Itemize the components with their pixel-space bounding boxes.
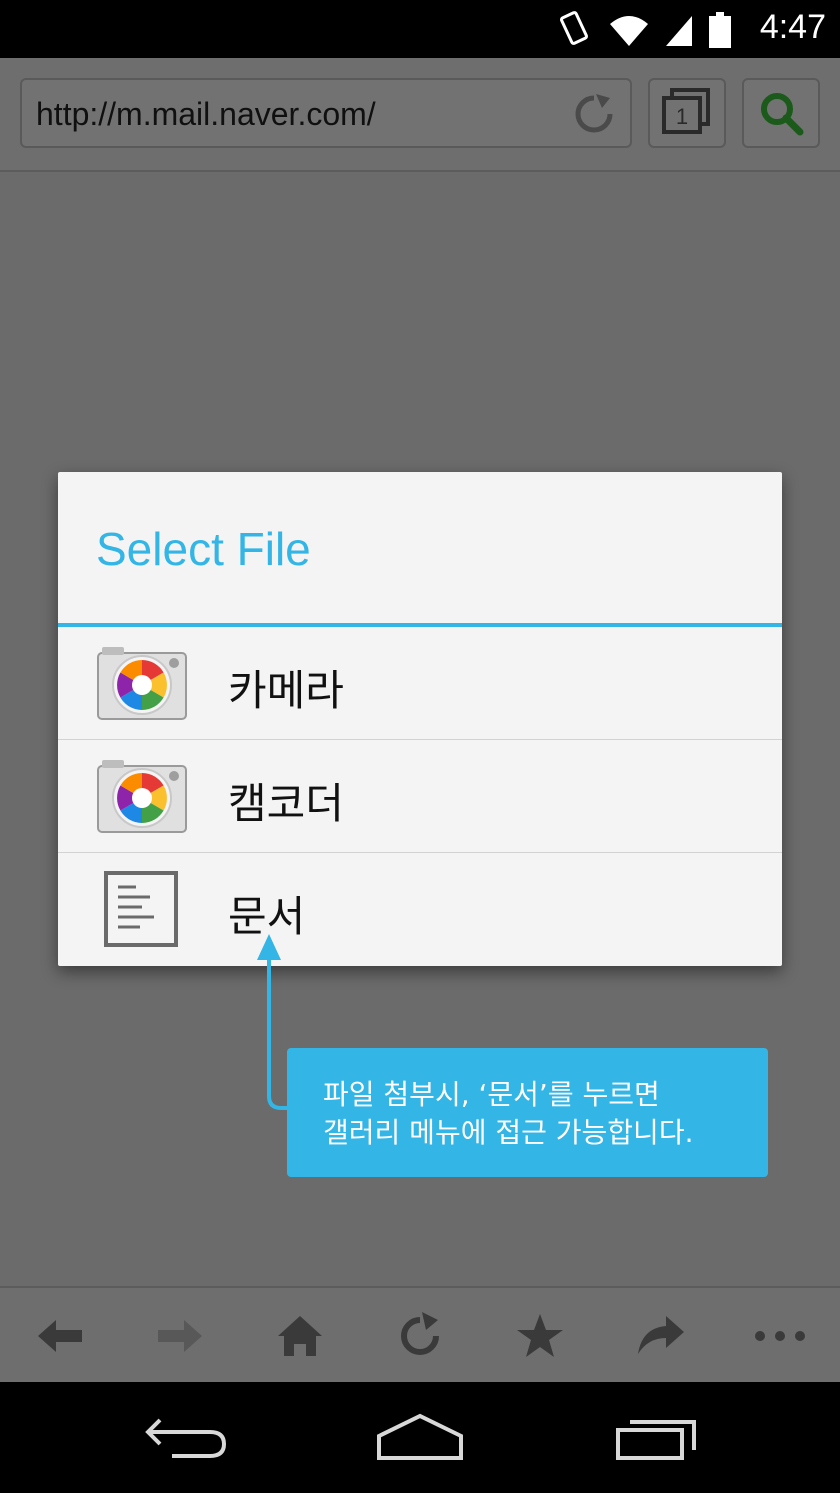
url-text[interactable]: http://m.mail.naver.com/ [36,96,376,133]
status-bar: 4:47 [0,0,840,58]
system-nav-bar [0,1382,840,1493]
callout-tooltip: 파일 첨부시, ‘문서’를 누르면 갤러리 메뉴에 접근 가능합니다. [287,1048,768,1177]
option-document[interactable]: 문서 [58,853,782,965]
back-arrow-icon[interactable] [32,1308,88,1364]
option-label: 카메라 [228,666,344,715]
cell-signal-icon [666,16,692,46]
callout-line: 갤러리 메뉴에 접근 가능합니다. [323,1116,694,1149]
url-bar[interactable]: http://m.mail.naver.com/ [20,78,632,148]
nav-home-icon[interactable] [365,1410,475,1466]
option-camera[interactable]: 카메라 [58,627,782,739]
tab-count: 1 [676,104,688,129]
forward-arrow-icon[interactable] [152,1308,208,1364]
camcorder-icon [97,760,187,833]
document-icon [104,871,178,947]
search-icon [761,93,804,136]
battery-icon [709,12,731,48]
option-label: 캠코더 [228,779,344,828]
option-camcorder[interactable]: 캠코더 [58,740,782,852]
camera-icon [97,647,187,720]
search-button[interactable] [742,78,820,148]
star-icon[interactable] [512,1308,568,1364]
status-icons [558,10,732,48]
browser-toolbar: http://m.mail.naver.com/ 1 [0,58,840,172]
browser-bottom-bar [0,1286,840,1384]
screen-rotation-icon [559,11,589,45]
status-time: 4:47 [759,8,826,46]
callout-line: 파일 첨부시, ‘문서’를 누르면 [323,1078,660,1111]
nav-back-icon[interactable] [132,1410,242,1466]
nav-recents-icon[interactable] [600,1410,710,1466]
dialog-title: Select File [96,523,311,575]
share-icon[interactable] [632,1308,688,1364]
tabs-button[interactable]: 1 [648,78,726,148]
tabs-icon: 1 [662,88,710,134]
reload-icon[interactable] [572,92,616,136]
more-icon[interactable] [752,1308,808,1364]
home-icon[interactable] [272,1308,328,1364]
select-file-dialog: Select File 카메라 캠코더 문서 [58,472,782,966]
wifi-icon [610,16,648,46]
refresh-icon[interactable] [392,1308,448,1364]
callout-text: 파일 첨부시, ‘문서’를 누르면 갤러리 메뉴에 접근 가능합니다. [323,1076,693,1152]
